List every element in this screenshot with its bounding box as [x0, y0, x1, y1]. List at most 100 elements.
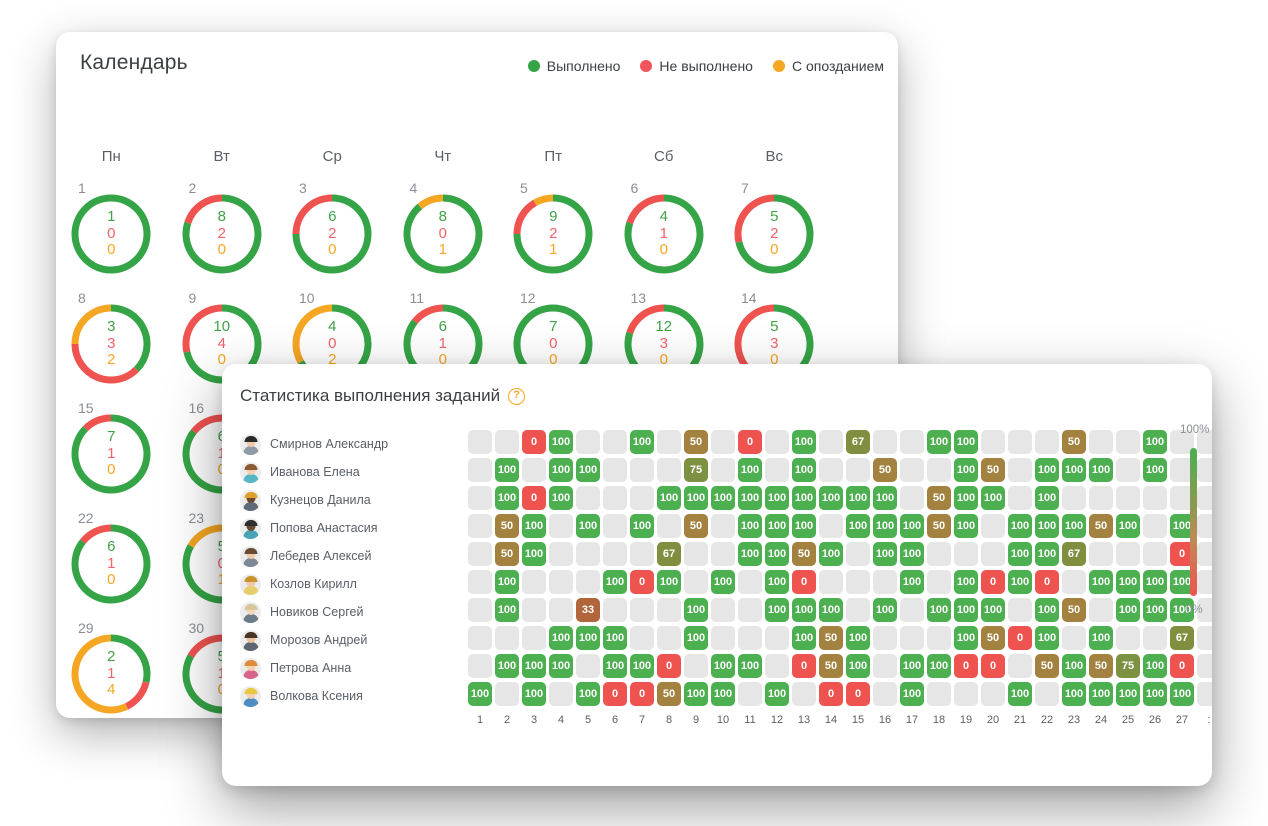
heatmap-cell[interactable]: 0: [1035, 570, 1059, 594]
heatmap-cell[interactable]: [1197, 654, 1212, 678]
heatmap-cell[interactable]: [657, 626, 681, 650]
calendar-day-cell[interactable]: 6410: [609, 180, 720, 290]
heatmap-cell[interactable]: 100: [792, 458, 816, 482]
heatmap-cell[interactable]: 0: [981, 570, 1005, 594]
heatmap-cell[interactable]: 100: [873, 542, 897, 566]
heatmap-cell[interactable]: 100: [495, 458, 519, 482]
heatmap-cell[interactable]: [468, 430, 492, 454]
heatmap-cell[interactable]: 0: [1170, 654, 1194, 678]
heatmap-cell[interactable]: 100: [630, 514, 654, 538]
heatmap-cell[interactable]: [1143, 514, 1167, 538]
heatmap-cell[interactable]: [495, 626, 519, 650]
heatmap-cell[interactable]: 100: [792, 486, 816, 510]
heatmap-cell[interactable]: [711, 626, 735, 650]
heatmap-cell[interactable]: [468, 598, 492, 622]
heatmap-cell[interactable]: 0: [846, 682, 870, 706]
heatmap-cell[interactable]: [927, 626, 951, 650]
heatmap-cell[interactable]: [900, 626, 924, 650]
calendar-day-cell[interactable]: 4801: [388, 180, 499, 290]
heatmap-cell[interactable]: [630, 542, 654, 566]
heatmap-cell[interactable]: [765, 430, 789, 454]
heatmap-cell[interactable]: [522, 626, 546, 650]
heatmap-cell[interactable]: [711, 542, 735, 566]
heatmap-cell[interactable]: [819, 430, 843, 454]
heatmap-cell[interactable]: [603, 486, 627, 510]
heatmap-cell[interactable]: [1089, 430, 1113, 454]
heatmap-cell[interactable]: 50: [873, 458, 897, 482]
heatmap-cell[interactable]: [927, 682, 951, 706]
heatmap-cell[interactable]: 100: [900, 682, 924, 706]
heatmap-cell[interactable]: 100: [522, 514, 546, 538]
heatmap-cell[interactable]: [657, 598, 681, 622]
heatmap-cell[interactable]: [1008, 430, 1032, 454]
calendar-day-cell[interactable]: 1100: [56, 180, 167, 290]
heatmap-cell[interactable]: 100: [819, 598, 843, 622]
heatmap-cell[interactable]: 100: [1089, 626, 1113, 650]
heatmap-cell[interactable]: [954, 542, 978, 566]
heatmap-cell[interactable]: 100: [1116, 682, 1140, 706]
help-icon[interactable]: ?: [508, 387, 526, 405]
heatmap-cell[interactable]: 100: [1143, 682, 1167, 706]
heatmap-cell[interactable]: 0: [981, 654, 1005, 678]
heatmap-cell[interactable]: 50: [684, 430, 708, 454]
calendar-day-donut[interactable]: 100: [67, 190, 155, 278]
calendar-day-donut[interactable]: 820: [178, 190, 266, 278]
heatmap-cell[interactable]: [522, 458, 546, 482]
heatmap-cell[interactable]: 100: [1170, 682, 1194, 706]
heatmap-cell[interactable]: [576, 430, 600, 454]
heatmap-cell[interactable]: 100: [1143, 458, 1167, 482]
heatmap-cell[interactable]: [549, 570, 573, 594]
heatmap-cell[interactable]: [927, 542, 951, 566]
heatmap-cell[interactable]: 100: [603, 570, 627, 594]
employee-row[interactable]: Волкова Ксения: [240, 682, 450, 710]
heatmap-cell[interactable]: 100: [1008, 542, 1032, 566]
heatmap-cell[interactable]: 100: [603, 654, 627, 678]
calendar-day-cell[interactable]: 7520: [719, 180, 830, 290]
heatmap-cell[interactable]: 0: [603, 682, 627, 706]
heatmap-cell[interactable]: 100: [1143, 430, 1167, 454]
calendar-day-cell[interactable]: 3620: [277, 180, 388, 290]
heatmap-cell[interactable]: [657, 514, 681, 538]
heatmap-cell[interactable]: [495, 430, 519, 454]
calendar-day-donut[interactable]: 520: [730, 190, 818, 278]
heatmap-cell[interactable]: [711, 598, 735, 622]
heatmap-cell[interactable]: 100: [711, 486, 735, 510]
heatmap-cell[interactable]: 100: [603, 626, 627, 650]
heatmap-cell[interactable]: 100: [549, 654, 573, 678]
heatmap-cell[interactable]: [1116, 458, 1140, 482]
heatmap-cell[interactable]: 100: [765, 514, 789, 538]
heatmap-cell[interactable]: [711, 514, 735, 538]
heatmap-cell[interactable]: 0: [954, 654, 978, 678]
heatmap-cell[interactable]: [765, 626, 789, 650]
heatmap-cell[interactable]: 100: [1143, 598, 1167, 622]
heatmap-cell[interactable]: 100: [1089, 682, 1113, 706]
heatmap-cell[interactable]: 0: [792, 654, 816, 678]
heatmap-cell[interactable]: 100: [792, 598, 816, 622]
heatmap-cell[interactable]: [981, 430, 1005, 454]
heatmap-cell[interactable]: 100: [549, 626, 573, 650]
heatmap-cell[interactable]: [1035, 682, 1059, 706]
heatmap-cell[interactable]: [468, 626, 492, 650]
heatmap-cell[interactable]: 100: [1008, 682, 1032, 706]
heatmap-cell[interactable]: [1143, 486, 1167, 510]
heatmap-cell[interactable]: [819, 458, 843, 482]
heatmap-cell[interactable]: [900, 486, 924, 510]
heatmap-cell[interactable]: 67: [1062, 542, 1086, 566]
heatmap-cell[interactable]: 100: [738, 458, 762, 482]
heatmap-cell[interactable]: 100: [1035, 542, 1059, 566]
heatmap-cell[interactable]: 100: [873, 514, 897, 538]
heatmap-cell[interactable]: 100: [684, 486, 708, 510]
heatmap-cell[interactable]: [603, 598, 627, 622]
heatmap-cell[interactable]: 100: [1089, 570, 1113, 594]
heatmap-cell[interactable]: 67: [846, 430, 870, 454]
heatmap-cell[interactable]: 50: [1089, 514, 1113, 538]
heatmap-cell[interactable]: [981, 514, 1005, 538]
heatmap-cell[interactable]: 100: [630, 430, 654, 454]
heatmap-cell[interactable]: 50: [1089, 654, 1113, 678]
heatmap-cell[interactable]: [630, 486, 654, 510]
heatmap-cell[interactable]: 100: [765, 542, 789, 566]
heatmap-cell[interactable]: 100: [900, 654, 924, 678]
heatmap-cell[interactable]: [1116, 542, 1140, 566]
heatmap-cell[interactable]: 100: [522, 682, 546, 706]
heatmap-cell[interactable]: 0: [738, 430, 762, 454]
